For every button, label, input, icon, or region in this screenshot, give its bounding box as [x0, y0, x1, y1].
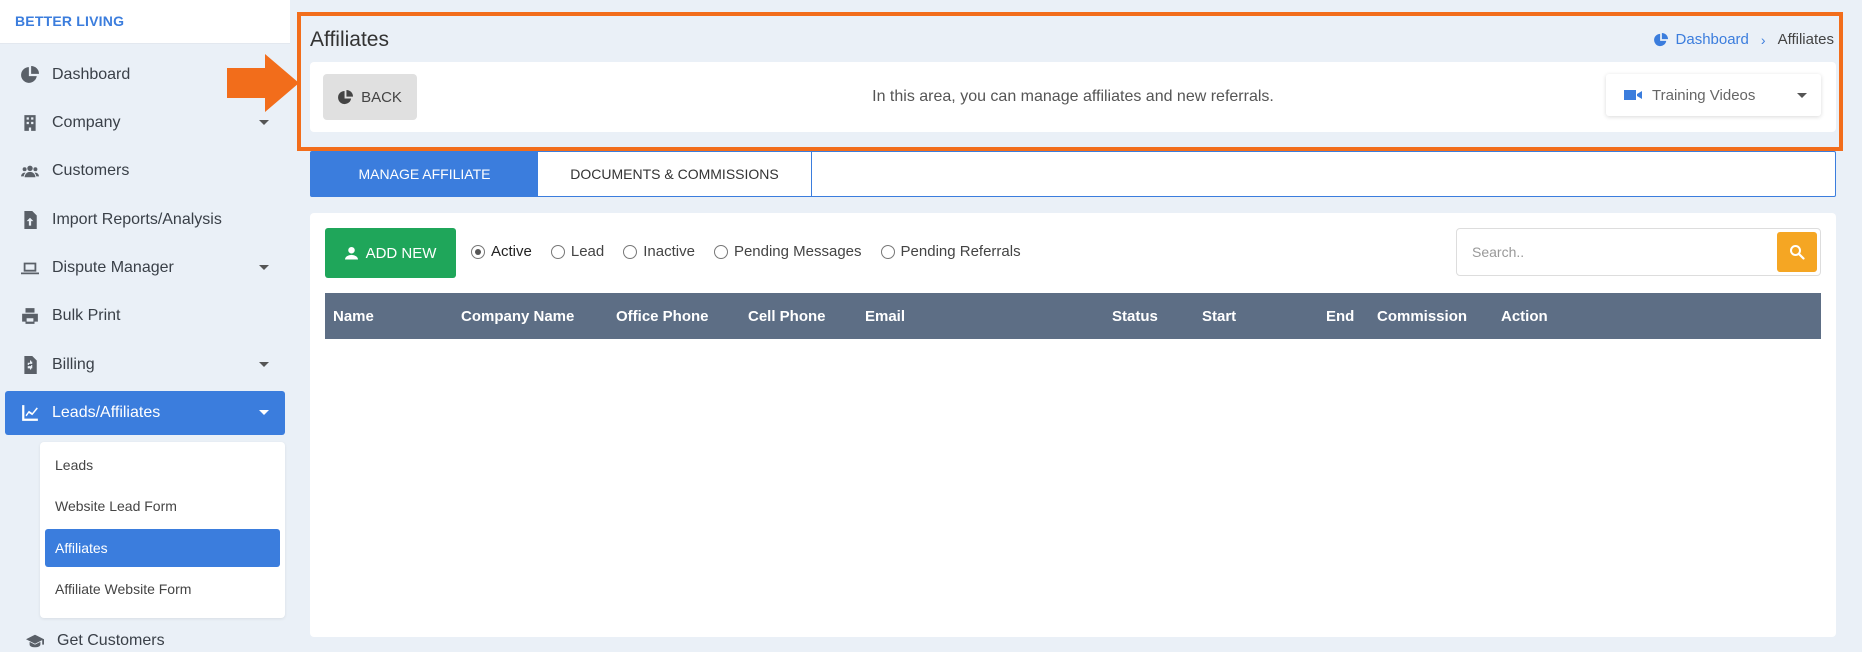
add-new-button[interactable]: ADD NEW	[325, 228, 456, 278]
column-header-office-phone[interactable]: Office Phone	[616, 308, 709, 325]
user-icon	[344, 246, 358, 260]
search-icon	[1790, 245, 1805, 260]
sidebar-item-label: Get Customers	[57, 632, 165, 649]
invoice-icon	[20, 355, 40, 375]
tab-bar: MANAGE AFFILIATE DOCUMENTS & COMMISSIONS	[310, 151, 1836, 197]
table-header: Name Company Name Office Phone Cell Phon…	[325, 293, 1821, 339]
sidebar-item-label: Dashboard	[52, 66, 131, 83]
printer-icon	[20, 306, 40, 326]
submenu-item-label: Leads	[55, 457, 94, 473]
submenu-item-affiliates[interactable]: Affiliates	[45, 529, 280, 567]
radio-button[interactable]	[713, 244, 728, 259]
affiliates-panel: ADD NEW Active Lead Inactive Pending Mes…	[310, 213, 1836, 637]
sidebar-item-label: Bulk Print	[52, 307, 121, 324]
laptop-icon	[20, 258, 40, 278]
sidebar-item-dispute-manager[interactable]: Dispute Manager	[5, 246, 285, 290]
sidebar-item-label: Customers	[52, 162, 130, 179]
users-icon	[20, 161, 40, 181]
column-header-start[interactable]: Start	[1202, 308, 1236, 325]
tab-manage-affiliate[interactable]: MANAGE AFFILIATE	[311, 152, 538, 196]
sidebar-item-label: Leads/Affiliates	[52, 404, 161, 421]
graduation-cap-icon	[25, 631, 45, 651]
tab-documents-commissions[interactable]: DOCUMENTS & COMMISSIONS	[538, 152, 812, 196]
filter-label: Lead	[570, 243, 605, 260]
file-upload-icon	[20, 210, 40, 230]
add-new-label: ADD NEW	[365, 244, 437, 262]
chevron-down-icon	[259, 410, 269, 415]
column-header-cell-phone[interactable]: Cell Phone	[748, 308, 826, 325]
chevron-down-icon	[259, 362, 269, 367]
sidebar-item-bulk-print[interactable]: Bulk Print	[5, 294, 285, 338]
sidebar-item-label: Billing	[52, 356, 95, 373]
radio-button[interactable]	[623, 244, 638, 259]
submenu-item-label: Affiliates	[55, 540, 108, 556]
filter-pending-messages[interactable]: Pending Messages	[713, 243, 862, 260]
chevron-down-icon	[259, 265, 269, 270]
brand-name[interactable]: BETTER LIVING	[15, 13, 124, 29]
leads-affiliates-submenu: Leads Website Lead Form Affiliates Affil…	[40, 442, 285, 618]
radio-button[interactable]	[550, 244, 565, 259]
radio-button[interactable]	[471, 244, 485, 259]
sidebar-item-leads-affiliates[interactable]: Leads/Affiliates	[5, 391, 285, 435]
filter-label: Inactive	[643, 243, 695, 260]
submenu-item-affiliate-website-form[interactable]: Affiliate Website Form	[45, 570, 280, 608]
column-header-end[interactable]: End	[1326, 308, 1354, 325]
filter-label: Active	[491, 243, 532, 260]
sidebar-item-label: Company	[52, 114, 121, 131]
column-header-company-name[interactable]: Company Name	[461, 308, 574, 325]
column-header-status[interactable]: Status	[1112, 308, 1158, 325]
search-button[interactable]	[1777, 232, 1817, 272]
radio-button[interactable]	[880, 244, 895, 259]
building-icon	[20, 113, 40, 133]
column-header-commission[interactable]: Commission	[1377, 308, 1467, 325]
line-chart-icon	[20, 403, 40, 423]
filter-pending-referrals[interactable]: Pending Referrals	[880, 243, 1021, 260]
status-filter: Active Lead Inactive Pending Messages Pe…	[471, 243, 1040, 260]
search-box	[1456, 228, 1821, 276]
highlight-box	[297, 12, 1843, 151]
arrow-right-icon	[227, 54, 299, 112]
submenu-item-label: Affiliate Website Form	[55, 581, 192, 597]
sidebar-item-customers[interactable]: Customers	[5, 149, 285, 193]
sidebar-item-get-customers[interactable]: Get Customers	[10, 619, 290, 652]
filter-inactive[interactable]: Inactive	[623, 243, 695, 260]
column-header-name[interactable]: Name	[333, 308, 374, 325]
submenu-item-label: Website Lead Form	[55, 498, 177, 514]
column-header-action[interactable]: Action	[1501, 308, 1548, 325]
pie-chart-icon	[20, 65, 40, 85]
filter-active[interactable]: Active	[471, 243, 532, 260]
submenu-item-leads[interactable]: Leads	[45, 446, 280, 484]
sidebar-item-billing[interactable]: Billing	[5, 343, 285, 387]
brand-header: BETTER LIVING	[0, 0, 290, 44]
filter-label: Pending Referrals	[900, 243, 1021, 260]
column-header-email[interactable]: Email	[865, 308, 905, 325]
submenu-item-website-lead-form[interactable]: Website Lead Form	[45, 487, 280, 525]
sidebar-item-import-reports[interactable]: Import Reports/Analysis	[5, 198, 285, 242]
sidebar-item-label: Import Reports/Analysis	[52, 211, 222, 228]
sidebar-item-label: Dispute Manager	[52, 259, 174, 276]
filter-lead[interactable]: Lead	[550, 243, 605, 260]
search-input[interactable]	[1457, 229, 1777, 275]
filter-label: Pending Messages	[733, 243, 862, 260]
chevron-down-icon	[259, 120, 269, 125]
